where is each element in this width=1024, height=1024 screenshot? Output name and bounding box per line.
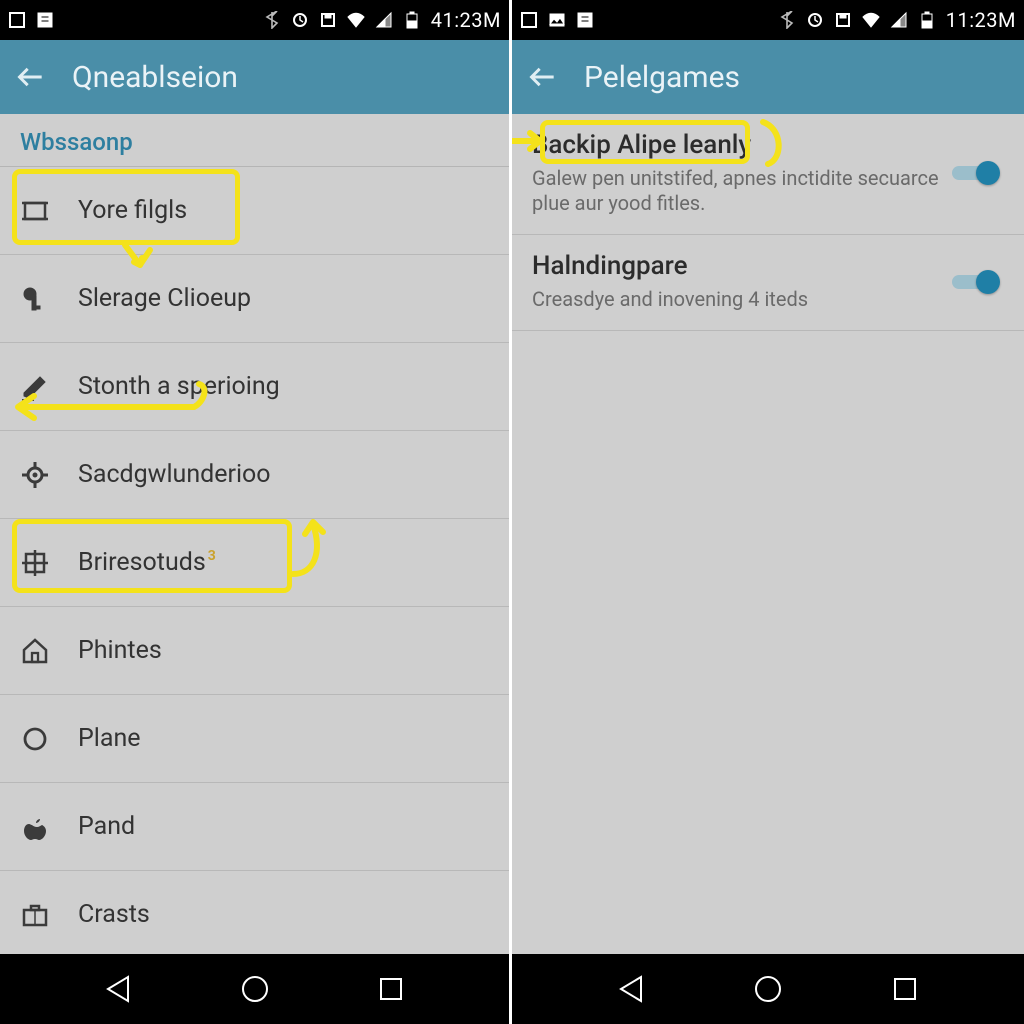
nav-bar: [0, 954, 509, 1024]
menu-item-label: Briresotuds3: [78, 548, 216, 577]
battery-icon: [918, 11, 936, 29]
menu-item[interactable]: Pand: [0, 783, 509, 871]
menu-item-label: Plane: [78, 724, 141, 753]
pen-icon: [20, 372, 50, 402]
section-header: Wbssaonp: [0, 114, 509, 166]
back-button[interactable]: [16, 63, 44, 91]
save-icon: [834, 11, 852, 29]
target-icon: [20, 460, 50, 490]
setting-title: Backip Alipe leanly: [532, 130, 940, 160]
menu-item[interactable]: Stonth a sperioing: [0, 343, 509, 431]
notif-app-icon: [36, 11, 54, 29]
status-time: 41:23M: [431, 8, 501, 32]
circle-icon: [20, 724, 50, 754]
app-bar: Qneablseion: [0, 40, 509, 114]
apple-icon: [20, 812, 50, 842]
notif-picture-icon: [548, 11, 566, 29]
bluetooth-icon: [263, 11, 281, 29]
menu-item-label: Yore filgls: [78, 196, 187, 225]
nav-home-button[interactable]: [237, 971, 273, 1007]
bluetooth-icon: [778, 11, 796, 29]
status-bar: 11:23M: [512, 0, 1024, 40]
phone-right: 11:23M Pelelgames Backip Alipe leanly Gal…: [512, 0, 1024, 1024]
menu-item[interactable]: Phintes: [0, 607, 509, 695]
notif-square-icon: [8, 11, 26, 29]
menu-item-label: Sacdgwlunderioo: [78, 460, 271, 489]
save-icon: [319, 11, 337, 29]
menu-item[interactable]: Briresotuds3: [0, 519, 509, 607]
nav-back-button[interactable]: [613, 971, 649, 1007]
menu-item-label: Pand: [78, 812, 135, 841]
signal-icon: [890, 11, 908, 29]
menu-item-label: Slerage Clioeup: [78, 284, 251, 313]
setting-item[interactable]: Halndingpare Creasdye and inovening 4 ite…: [512, 235, 1024, 331]
app-bar: Pelelgames: [512, 40, 1024, 114]
setting-description: Galew pen unitstifed, apnes inctidite se…: [532, 166, 940, 216]
setting-title: Halndingpare: [532, 251, 940, 281]
battery-icon: [403, 11, 421, 29]
phone-left: 41:23M Qneablseion Wbssaonp Yore filgls S…: [0, 0, 512, 1024]
nav-back-button[interactable]: [100, 971, 136, 1007]
toggle-switch[interactable]: [952, 268, 1004, 296]
wifi-icon: [347, 11, 365, 29]
appbar-title: Qneablseion: [72, 60, 238, 95]
key-icon: [20, 284, 50, 314]
content-right: Backip Alipe leanly Galew pen unitstifed,…: [512, 114, 1024, 954]
status-bar: 41:23M: [0, 0, 509, 40]
menu-item[interactable]: Sacdgwlunderioo: [0, 431, 509, 519]
back-button[interactable]: [528, 63, 556, 91]
nav-recent-button[interactable]: [887, 971, 923, 1007]
menu-item-label: Stonth a sperioing: [78, 372, 280, 401]
notif-square-icon: [520, 11, 538, 29]
notif-app-icon: [576, 11, 594, 29]
home-icon: [20, 636, 50, 666]
grid-icon: [20, 548, 50, 578]
appbar-title: Pelelgames: [584, 60, 740, 95]
badge: 3: [208, 548, 216, 564]
nav-recent-button[interactable]: [373, 971, 409, 1007]
nav-home-button[interactable]: [750, 971, 786, 1007]
setting-item[interactable]: Backip Alipe leanly Galew pen unitstifed,…: [512, 114, 1024, 235]
wifi-icon: [862, 11, 880, 29]
menu-item[interactable]: Slerage Clioeup: [0, 255, 509, 343]
signal-icon: [375, 11, 393, 29]
nav-bar: [512, 954, 1024, 1024]
menu-item[interactable]: Yore filgls: [0, 167, 509, 255]
menu-item[interactable]: Crasts: [0, 871, 509, 954]
status-time: 11:23M: [946, 8, 1016, 32]
sync-icon: [806, 11, 824, 29]
setting-description: Creasdye and inovening 4 iteds: [532, 287, 940, 312]
content-left: Wbssaonp Yore filgls Slerage Clioeup Stont…: [0, 114, 509, 954]
menu-item[interactable]: Plane: [0, 695, 509, 783]
menu-item-label: Phintes: [78, 636, 162, 665]
toggle-switch[interactable]: [952, 159, 1004, 187]
sync-icon: [291, 11, 309, 29]
menu-item-label: Crasts: [78, 900, 150, 929]
frame-icon: [20, 196, 50, 226]
case-icon: [20, 900, 50, 930]
